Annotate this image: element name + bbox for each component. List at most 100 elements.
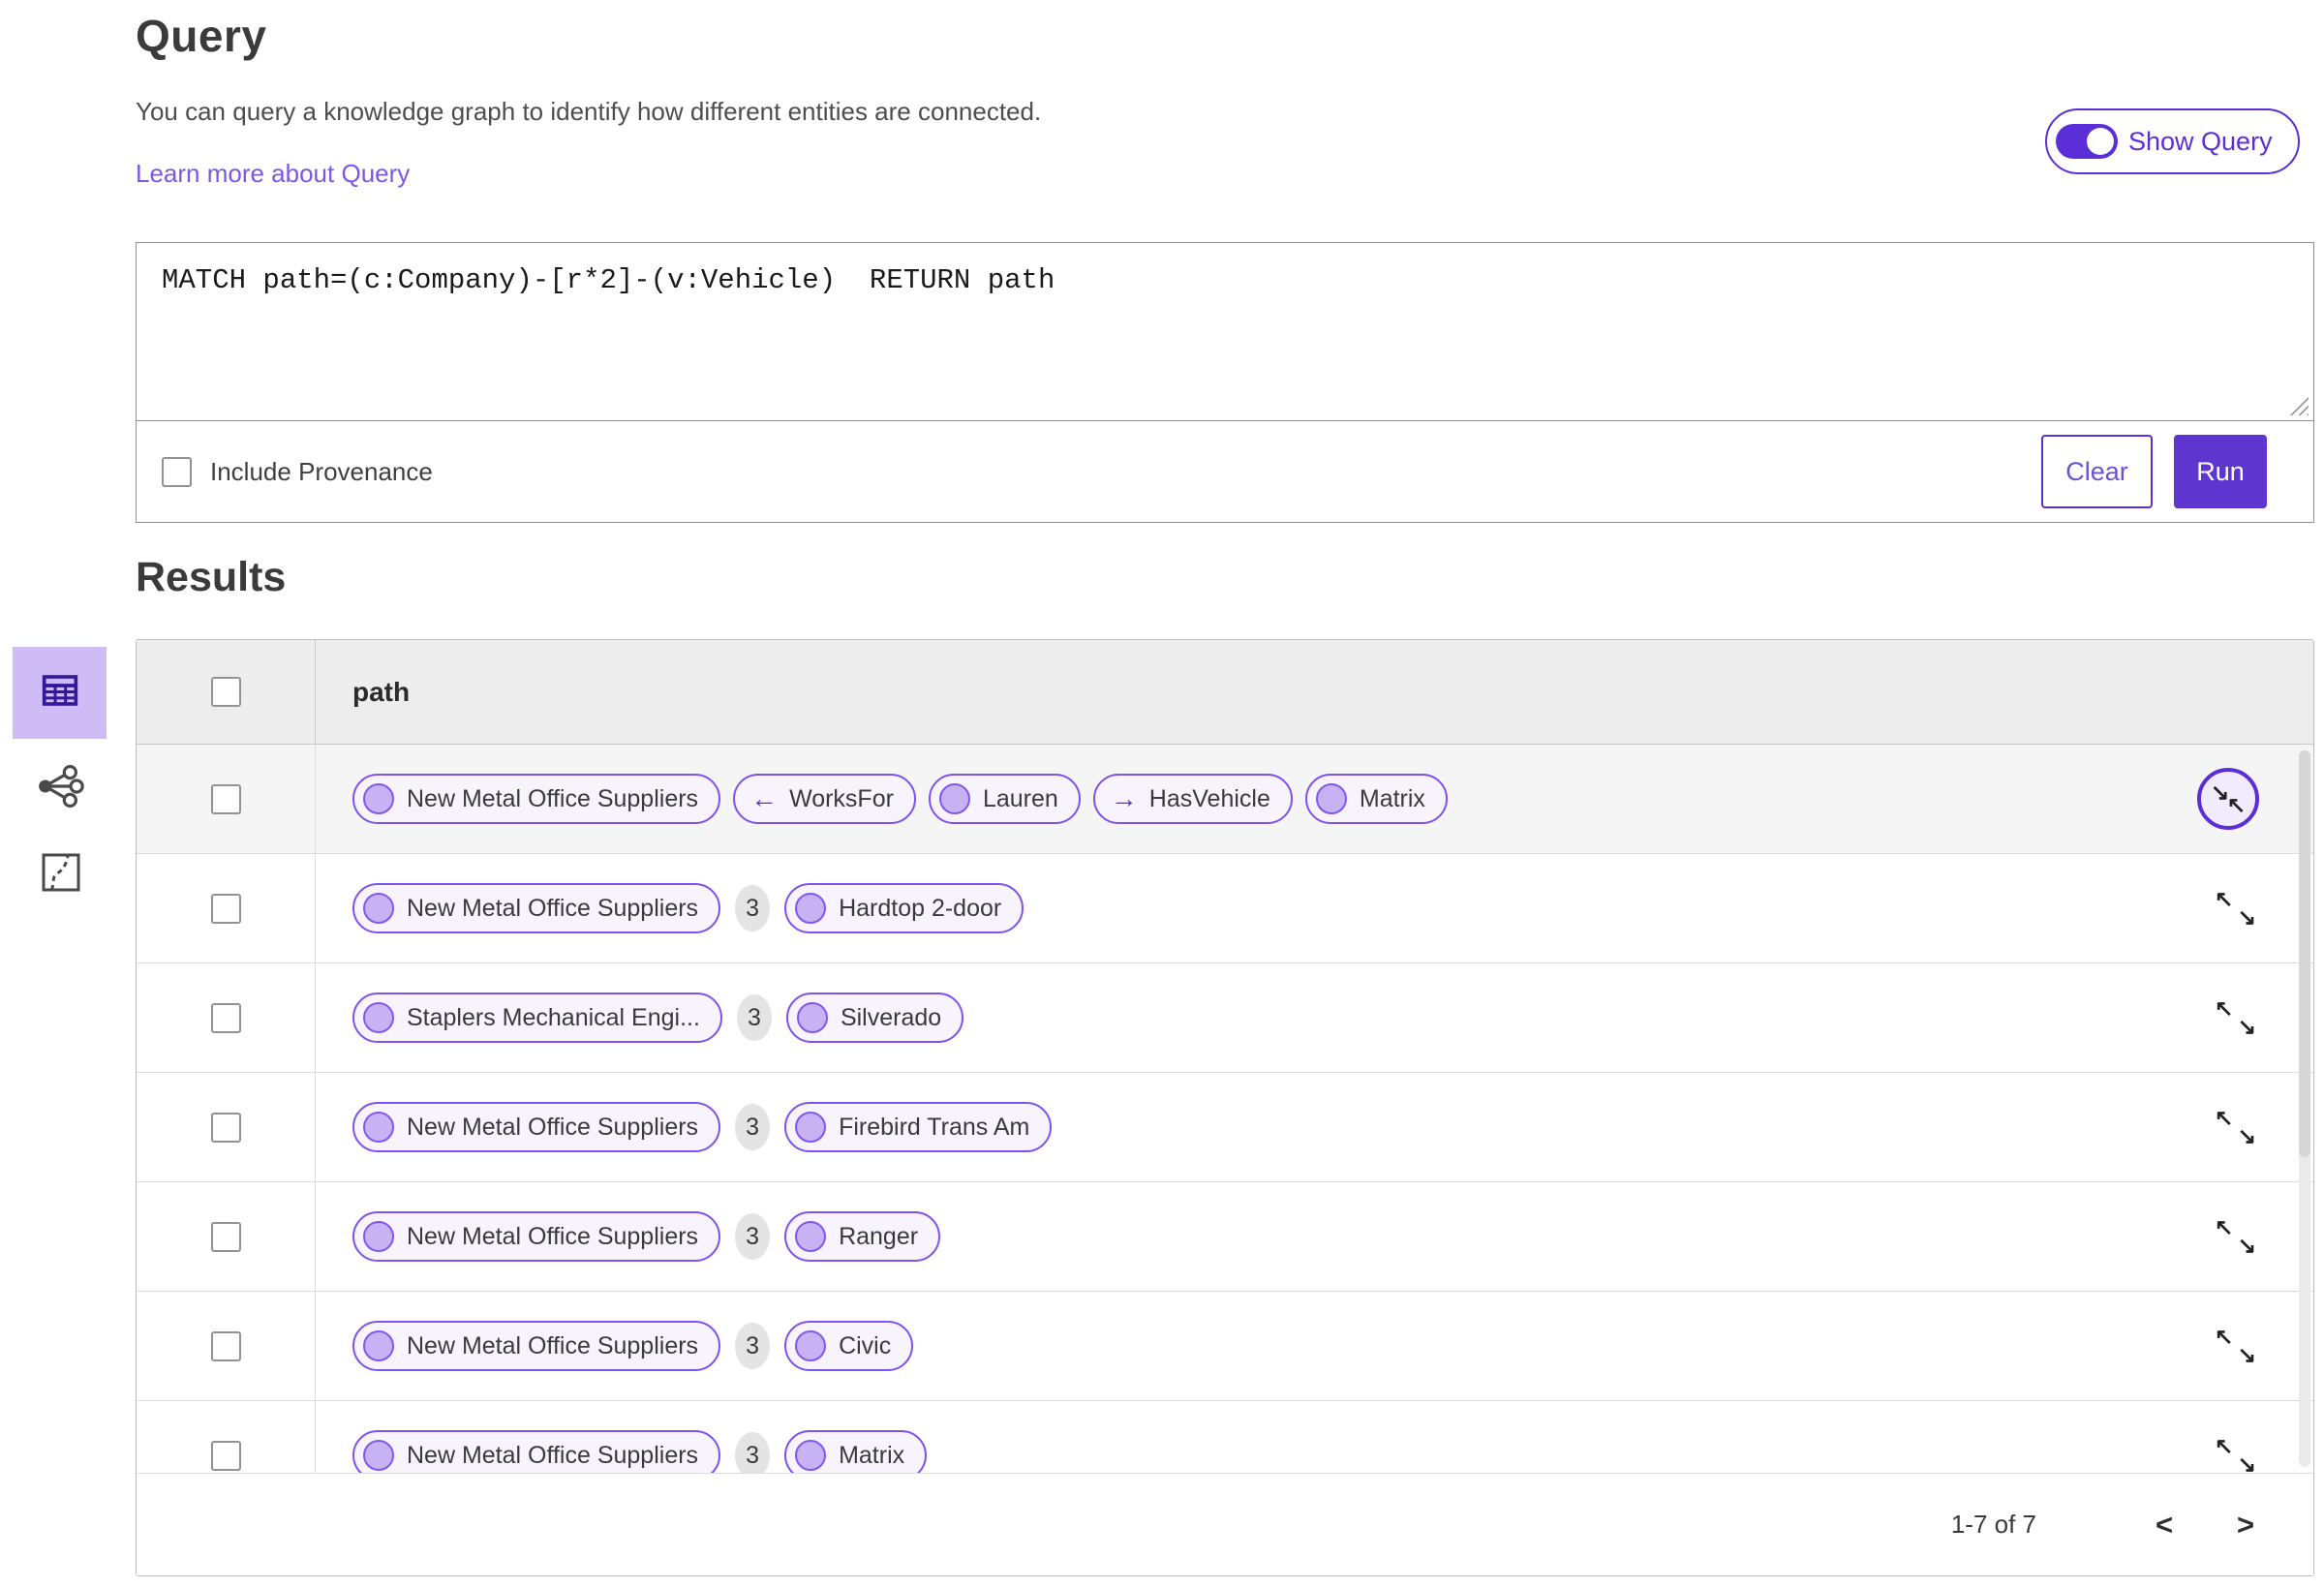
graph-view-button[interactable] [33,761,87,815]
node-pill[interactable]: Matrix [784,1430,928,1473]
pill-label: New Metal Office Suppliers [407,784,699,812]
row-checkbox[interactable] [210,1221,241,1252]
count-badge[interactable]: 3 [736,994,772,1041]
pill-label: New Metal Office Suppliers [407,1113,699,1141]
map-view-button[interactable] [37,850,85,899]
row-checkbox-cell [137,1292,316,1400]
run-button[interactable]: Run [2174,435,2267,508]
row-checkbox-cell [137,854,316,962]
table-row[interactable]: New Metal Office Suppliers 3 Civic ↖ ↘ [137,1292,2313,1401]
arrow-nw-icon: ↖ [2215,995,2234,1021]
node-pill[interactable]: Firebird Trans Am [784,1102,1053,1152]
resize-handle-icon[interactable] [2288,395,2309,415]
node-icon [1315,783,1347,814]
pill-label: New Metal Office Suppliers [407,894,699,922]
node-pill[interactable]: New Metal Office Suppliers [352,1102,721,1152]
table-row[interactable]: New Metal Office Suppliers 3 Firebird Tr… [137,1073,2313,1182]
table-row[interactable]: New Metal Office Suppliers 3 Hardtop 2-d… [137,854,2313,963]
row-checkbox-cell [137,1073,316,1181]
node-pill[interactable]: New Metal Office Suppliers [352,1211,721,1262]
pill-label: Silverado [840,1003,942,1031]
row-checkbox-cell [137,963,316,1072]
path-cell: New Metal Office Suppliers 3 Hardtop 2-d… [316,854,2313,962]
query-actions: Clear Run [2041,435,2267,508]
pagination-prev-button[interactable]: < [2143,1504,2186,1546]
node-pill[interactable]: New Metal Office Suppliers [352,883,721,933]
count-badge[interactable]: 3 [735,1432,771,1473]
row-checkbox-cell [137,1401,316,1473]
include-provenance-checkbox[interactable] [162,456,192,487]
node-pill[interactable]: Civic [784,1321,914,1371]
row-checkbox-cell [137,745,316,853]
expand-row-button[interactable]: ↖ ↘ [2213,1432,2259,1474]
expand-row-button[interactable]: ↖ ↘ [2213,1213,2259,1260]
row-checkbox[interactable] [210,1112,241,1143]
node-pill[interactable]: Hardtop 2-door [784,883,1024,933]
arrow-se-icon: ↘ [2237,1014,2256,1039]
table-view-button[interactable] [13,647,107,739]
pill-label: Ranger [839,1222,919,1250]
clear-button[interactable]: Clear [2041,435,2153,508]
table-row[interactable]: New Metal Office Suppliers ← WorksFor La… [137,745,2313,854]
table-row[interactable]: New Metal Office Suppliers 3 Ranger ↖ ↘ [137,1182,2313,1292]
collapse-row-button[interactable]: ↘ ↖ [2197,768,2259,830]
pill-label: Staplers Mechanical Engi... [407,1003,700,1031]
row-checkbox[interactable] [210,1002,241,1033]
pill-label: Firebird Trans Am [839,1113,1030,1141]
row-checkbox[interactable] [210,893,241,924]
row-checkbox[interactable] [210,1330,241,1361]
row-checkbox[interactable] [210,783,241,814]
pill-label: New Metal Office Suppliers [407,1441,699,1469]
edge-pill[interactable]: → HasVehicle [1092,774,1293,824]
scrollbar-thumb[interactable] [2299,750,2310,1157]
node-icon [795,893,827,924]
select-all-cell [137,640,316,744]
node-pill[interactable]: Silverado [785,992,964,1043]
node-pill[interactable]: Lauren [928,774,1081,824]
node-pill[interactable]: New Metal Office Suppliers [352,1430,721,1473]
node-pill[interactable]: New Metal Office Suppliers [352,774,721,824]
table-row[interactable]: Staplers Mechanical Engi... 3 Silverado … [137,963,2313,1073]
arrow-se-icon: ↘ [2237,1342,2256,1367]
pagination-range: 1-7 of 7 [1950,1510,2036,1539]
node-icon [363,1440,394,1471]
arrow-se-icon: ↘ [2237,904,2256,930]
count-badge[interactable]: 3 [735,885,771,931]
learn-more-link[interactable]: Learn more about Query [136,159,410,189]
count-badge[interactable]: 3 [735,1323,771,1369]
node-icon [363,1112,394,1143]
table-scrollbar[interactable] [2299,750,2310,1467]
expand-row-button[interactable]: ↖ ↘ [2213,1104,2259,1150]
expand-row-button[interactable]: ↖ ↘ [2213,1323,2259,1369]
arrow-nw-icon: ↖ [2215,1105,2234,1130]
table-row[interactable]: New Metal Office Suppliers 3 Matrix ↖ ↘ [137,1401,2313,1473]
arrow-nw-icon: ↖ [2215,886,2234,911]
node-pill[interactable]: Staplers Mechanical Engi... [352,992,722,1043]
count-badge[interactable]: 3 [735,1213,771,1260]
select-all-checkbox[interactable] [210,677,241,707]
edge-pill[interactable]: ← WorksFor [733,774,916,824]
node-icon [795,1221,827,1252]
chevron-right-icon: > [2236,1507,2255,1542]
table-body: New Metal Office Suppliers ← WorksFor La… [137,745,2313,1473]
row-checkbox[interactable] [210,1440,241,1471]
show-query-toggle[interactable]: Show Query [2045,108,2300,174]
count-badge[interactable]: 3 [735,1104,771,1150]
node-pill[interactable]: Matrix [1304,774,1448,824]
results-table: path New Metal Office Suppliers ← WorksF… [136,639,2314,1576]
pill-label: Civic [839,1331,892,1359]
query-footer: Include Provenance Clear Run [137,421,2313,522]
node-pill[interactable]: Ranger [784,1211,941,1262]
pagination-next-button[interactable]: > [2224,1504,2267,1546]
path-cell: New Metal Office Suppliers 3 Firebird Tr… [316,1073,2313,1181]
chevron-left-icon: < [2155,1507,2174,1542]
include-provenance-label: Include Provenance [210,456,433,486]
node-pill[interactable]: New Metal Office Suppliers [352,1321,721,1371]
expand-row-button[interactable]: ↖ ↘ [2213,994,2259,1041]
pill-label: Matrix [839,1441,905,1469]
expand-row-button[interactable]: ↖ ↘ [2213,885,2259,931]
page-description: You can query a knowledge graph to ident… [136,97,1042,126]
query-input[interactable]: MATCH path=(c:Company)-[r*2]-(v:Vehicle)… [137,243,2313,421]
arrow-right-icon: → [1110,783,1138,813]
toggle-knob [2087,128,2114,155]
